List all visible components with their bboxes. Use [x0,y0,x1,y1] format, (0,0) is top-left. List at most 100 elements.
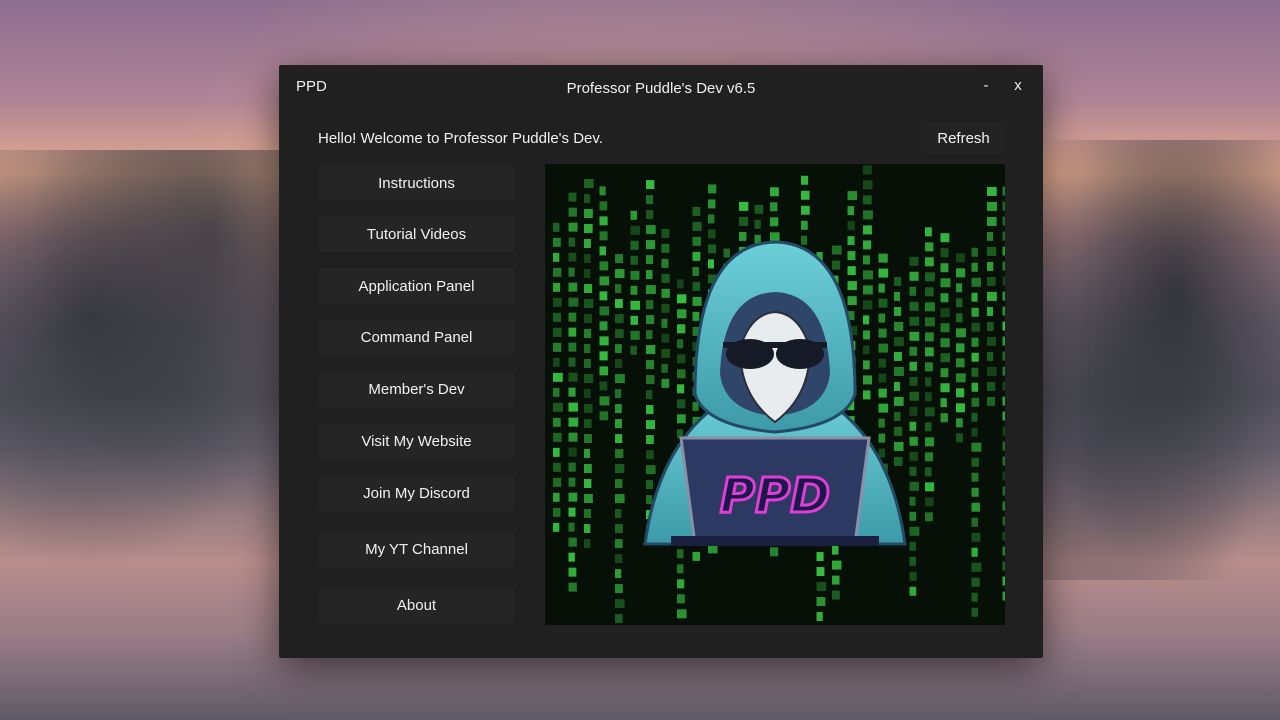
matrix-glyph [878,388,887,398]
matrix-glyph [1002,351,1005,361]
matrix-glyph [863,240,872,250]
members-dev-button[interactable]: Member's Dev [319,371,514,407]
matrix-glyph [1002,486,1005,496]
matrix-glyph [584,464,592,474]
matrix-glyph [692,236,701,246]
matrix-glyph [971,547,978,557]
matrix-glyph [692,266,699,276]
matrix-glyph [909,586,917,596]
matrix-glyph [1002,381,1005,391]
ppd-logo-text: PPD [720,468,830,524]
matrix-glyph [987,321,994,331]
matrix-glyph [599,396,610,406]
matrix-glyph [677,324,686,334]
matrix-glyph [630,345,637,355]
matrix-glyph [956,268,966,278]
matrix-glyph [925,362,933,372]
matrix-glyph [956,343,965,353]
join-discord-button[interactable]: Join My Discord [319,475,514,511]
matrix-glyph [987,261,994,271]
matrix-glyph [677,579,685,589]
matrix-glyph [956,418,963,428]
matrix-glyph [832,245,842,255]
matrix-glyph [584,524,591,534]
matrix-glyph [971,337,979,347]
matrix-glyph [863,255,871,265]
matrix-glyph [863,345,870,355]
matrix-glyph [940,293,949,303]
matrix-glyph [863,330,870,340]
matrix-glyph [909,316,920,326]
matrix-glyph [863,390,871,400]
about-button[interactable]: About [319,587,514,623]
matrix-glyph [692,221,702,231]
matrix-glyph [708,184,717,194]
matrix-glyph [553,297,562,307]
refresh-button[interactable]: Refresh [921,122,1006,154]
matrix-glyph [677,564,684,574]
matrix-glyph [925,497,934,507]
matrix-glyph [894,381,901,391]
matrix-glyph [661,303,670,313]
matrix-glyph [878,313,886,323]
matrix-glyph [568,552,575,562]
matrix-glyph [909,541,916,551]
matrix-glyph [615,344,622,354]
matrix-glyph [646,465,656,475]
tutorial-videos-button[interactable]: Tutorial Videos [319,216,514,252]
command-panel-button[interactable]: Command Panel [319,319,514,355]
matrix-glyph [1002,396,1005,406]
minimize-button[interactable]: - [976,77,996,94]
instructions-button[interactable]: Instructions [319,165,514,201]
matrix-glyph [646,195,654,205]
matrix-glyph [661,273,670,283]
matrix-glyph [661,333,670,343]
matrix-glyph [894,411,901,421]
yt-channel-button[interactable]: My YT Channel [319,531,514,567]
matrix-glyph [987,291,997,301]
matrix-glyph [615,539,623,549]
matrix-glyph [832,545,839,555]
matrix-glyph [584,419,592,429]
matrix-glyph [925,257,934,267]
matrix-glyph [1002,591,1005,601]
matrix-glyph [568,582,577,592]
background-trees-left [0,150,300,570]
matrix-glyph [971,397,980,407]
matrix-glyph [1002,546,1005,556]
matrix-glyph [584,329,592,339]
matrix-glyph [646,285,656,295]
matrix-glyph [568,447,577,457]
matrix-glyph [615,614,623,624]
matrix-glyph [677,609,687,619]
matrix-glyph [599,321,608,331]
matrix-glyph [971,367,979,377]
matrix-glyph [553,372,563,382]
matrix-glyph [971,292,978,302]
background-trees-right [1020,140,1280,580]
matrix-glyph [940,338,950,348]
close-button[interactable]: x [1008,77,1028,94]
title-bar[interactable]: PPD Professor Puddle's Dev v6.5 - x [279,65,1043,109]
matrix-glyph [863,375,873,385]
visit-website-button[interactable]: Visit My Website [319,423,514,459]
application-panel-button[interactable]: Application Panel [319,268,514,304]
matrix-glyph [568,387,576,397]
matrix-glyph [863,210,873,220]
matrix-glyph [568,537,577,547]
window-title: Professor Puddle's Dev v6.5 [566,80,756,97]
matrix-glyph [568,567,577,577]
matrix-glyph [615,404,622,414]
matrix-glyph [615,509,622,519]
matrix-glyph [568,522,575,532]
matrix-glyph [630,315,639,325]
matrix-glyph [677,294,687,304]
matrix-glyph [925,227,932,237]
matrix-glyph [677,369,686,379]
matrix-glyph [878,418,885,428]
matrix-glyph [646,225,656,235]
matrix-glyph [925,347,934,357]
matrix-glyph [646,495,653,505]
matrix-glyph [553,252,560,262]
matrix-glyph [568,477,576,487]
